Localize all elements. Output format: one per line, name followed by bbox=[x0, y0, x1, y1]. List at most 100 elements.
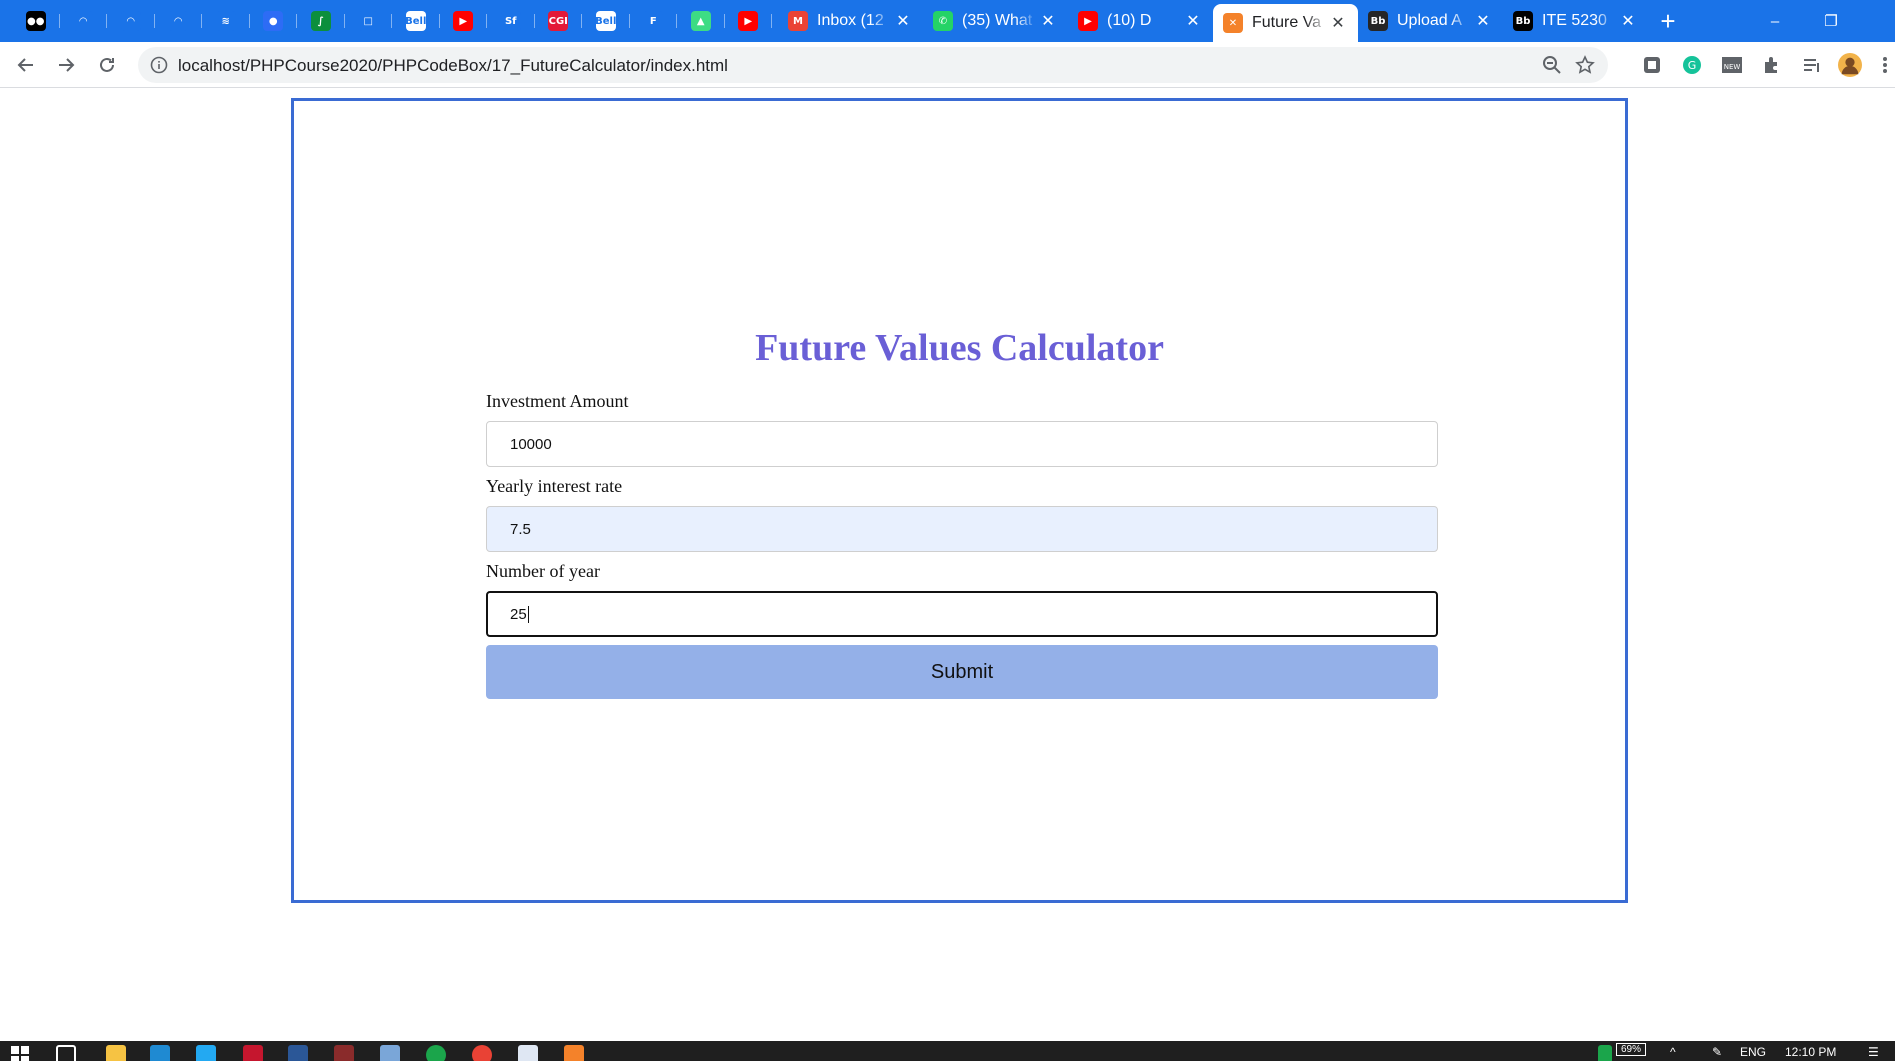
minimize-icon[interactable]: – bbox=[1747, 0, 1803, 42]
notification-icon[interactable]: ☰ bbox=[1868, 1045, 1879, 1059]
tab-title: (10) D bbox=[1107, 12, 1152, 29]
pinned-tab[interactable]: ◠ bbox=[60, 6, 108, 36]
streamlabs-icon: ∫ bbox=[310, 11, 331, 31]
pinned-tab[interactable]: Bell bbox=[582, 6, 630, 36]
browser-tab[interactable]: ▶ (10) D ✕ bbox=[1068, 6, 1213, 36]
weather-icon: ◠ bbox=[73, 11, 94, 31]
browser-tab[interactable]: Bb Upload A ✕ bbox=[1358, 6, 1503, 36]
interest-rate-value: 7.5 bbox=[510, 520, 531, 538]
bell-icon: Bell bbox=[405, 11, 426, 31]
pinned-tabs: ●● ◠ ◠ ◠ ≋ ● ∫ □ Bell ▶ Sf CGI Bell F ▲ ▶ bbox=[12, 6, 772, 36]
blackboard-icon: Bb bbox=[1368, 11, 1388, 31]
close-tab-icon[interactable]: ✕ bbox=[1038, 11, 1058, 31]
browser-tab[interactable]: ✕ Future Va ✕ bbox=[1213, 4, 1358, 42]
menu-icon[interactable] bbox=[1878, 53, 1892, 77]
android-icon: ▲ bbox=[690, 11, 711, 31]
app-icon[interactable] bbox=[380, 1045, 400, 1061]
pinned-tab[interactable]: □ bbox=[345, 6, 393, 36]
bookmark-star-icon[interactable] bbox=[1575, 55, 1595, 75]
chrome-icon[interactable] bbox=[472, 1045, 492, 1061]
tab-title: Upload A bbox=[1397, 12, 1462, 29]
pinned-tab[interactable]: ◠ bbox=[155, 6, 203, 36]
pinned-tab[interactable]: ▶ bbox=[725, 6, 773, 36]
back-button[interactable] bbox=[10, 49, 42, 81]
extension-icon[interactable] bbox=[1640, 53, 1664, 77]
close-tab-icon[interactable]: ✕ bbox=[1618, 11, 1638, 31]
blackboard-icon: Bb bbox=[1513, 11, 1533, 31]
pinned-tab[interactable]: ◠ bbox=[107, 6, 155, 36]
language-indicator[interactable]: ENG bbox=[1740, 1045, 1766, 1059]
pen-icon[interactable]: ✎ bbox=[1712, 1045, 1722, 1059]
number-of-years-input[interactable]: 25 bbox=[486, 591, 1438, 637]
youtube-icon: ▶ bbox=[453, 11, 474, 31]
site-info-icon[interactable] bbox=[150, 56, 168, 74]
address-url: localhost/PHPCourse2020/PHPCodeBox/17_Fu… bbox=[178, 56, 728, 75]
browser-tab[interactable]: M Inbox (12 ✕ bbox=[778, 6, 923, 36]
vscode-icon[interactable] bbox=[196, 1045, 216, 1061]
pinned-tab[interactable]: ∫ bbox=[297, 6, 345, 36]
app-green-icon[interactable] bbox=[426, 1045, 446, 1061]
address-bar[interactable]: localhost/PHPCourse2020/PHPCodeBox/17_Fu… bbox=[138, 47, 1608, 83]
clock[interactable]: 12:10 PM bbox=[1785, 1045, 1836, 1059]
close-tab-icon[interactable]: ✕ bbox=[1183, 11, 1203, 31]
page-viewport: Future Values Calculator Investment Amou… bbox=[0, 89, 1895, 1041]
tab-strip: ●● ◠ ◠ ◠ ≋ ● ∫ □ Bell ▶ Sf CGI Bell F ▲ ▶ M Inbox (12 ✕ ✆ (… bbox=[0, 0, 1895, 42]
forward-button[interactable] bbox=[50, 49, 82, 81]
pinned-tab[interactable]: CGI bbox=[535, 6, 583, 36]
youtube-icon: ▶ bbox=[1078, 11, 1098, 31]
tray-chevron-icon[interactable]: ^ bbox=[1670, 1045, 1676, 1059]
whatsapp-icon: ✆ bbox=[933, 11, 953, 31]
close-tab-icon[interactable]: ✕ bbox=[1473, 11, 1493, 31]
investment-amount-label: Investment Amount bbox=[486, 391, 629, 411]
weather-icon: ◠ bbox=[120, 11, 141, 31]
pinned-tab[interactable]: ●● bbox=[12, 6, 60, 36]
puzzle-extensions-icon[interactable] bbox=[1760, 53, 1784, 77]
close-tab-icon[interactable]: ✕ bbox=[1328, 13, 1348, 33]
tab-title: (35) What bbox=[962, 12, 1033, 29]
sf-icon: Sf bbox=[500, 11, 521, 31]
app-red-icon[interactable] bbox=[243, 1045, 263, 1061]
restore-icon[interactable]: ❐ bbox=[1803, 0, 1859, 42]
pinned-tab[interactable]: Sf bbox=[487, 6, 535, 36]
xampp-icon[interactable] bbox=[564, 1045, 584, 1061]
pinned-tab[interactable]: ● bbox=[250, 6, 298, 36]
zoom-icon[interactable] bbox=[1542, 55, 1562, 75]
investment-amount-value: 10000 bbox=[510, 435, 552, 453]
browser-tab[interactable]: ✆ (35) What ✕ bbox=[923, 6, 1068, 36]
close-tab-icon[interactable]: ✕ bbox=[893, 11, 913, 31]
number-of-years-value: 25 bbox=[510, 605, 527, 623]
word-icon[interactable] bbox=[288, 1045, 308, 1061]
interest-rate-input[interactable]: 7.5 bbox=[486, 506, 1438, 552]
profile-avatar[interactable] bbox=[1838, 53, 1862, 77]
store-icon[interactable] bbox=[150, 1045, 170, 1061]
page-title: Future Values Calculator bbox=[755, 327, 1164, 369]
pinned-tab[interactable]: ▲ bbox=[677, 6, 725, 36]
interest-rate-label: Yearly interest rate bbox=[486, 476, 623, 496]
reading-list-icon[interactable] bbox=[1800, 53, 1824, 77]
battery-indicator[interactable]: 69% bbox=[1616, 1043, 1647, 1056]
pinned-tab[interactable]: ▶ bbox=[440, 6, 488, 36]
app-icon[interactable] bbox=[334, 1045, 354, 1061]
browser-toolbar: localhost/PHPCourse2020/PHPCodeBox/17_Fu… bbox=[0, 42, 1895, 88]
gmail-icon: M bbox=[788, 11, 808, 31]
task-view-icon[interactable] bbox=[56, 1045, 76, 1061]
pinned-tab[interactable]: F bbox=[630, 6, 678, 36]
file-explorer-icon[interactable] bbox=[106, 1045, 126, 1061]
xampp-icon: ✕ bbox=[1223, 13, 1243, 33]
new-tab-button[interactable]: + bbox=[1655, 8, 1681, 34]
investment-amount-input[interactable]: 10000 bbox=[486, 421, 1438, 467]
submit-button[interactable]: Submit bbox=[486, 645, 1438, 699]
square-icon: □ bbox=[358, 11, 379, 31]
battery-saver-icon[interactable] bbox=[1598, 1045, 1612, 1061]
windows-start-icon[interactable] bbox=[10, 1045, 30, 1061]
browser-tab[interactable]: Bb ITE 5230 ✕ bbox=[1503, 6, 1648, 36]
grammarly-icon[interactable]: G bbox=[1680, 53, 1704, 77]
drive-icon: ≋ bbox=[215, 11, 236, 31]
pinned-tab[interactable]: Bell bbox=[392, 6, 440, 36]
pinned-tab[interactable]: ≋ bbox=[202, 6, 250, 36]
svg-text:NEW: NEW bbox=[1724, 63, 1741, 71]
back-arrow-icon bbox=[17, 58, 33, 72]
reload-button[interactable] bbox=[91, 49, 123, 81]
file-icon[interactable] bbox=[518, 1045, 538, 1061]
new-extension-icon[interactable]: NEW bbox=[1720, 53, 1744, 77]
